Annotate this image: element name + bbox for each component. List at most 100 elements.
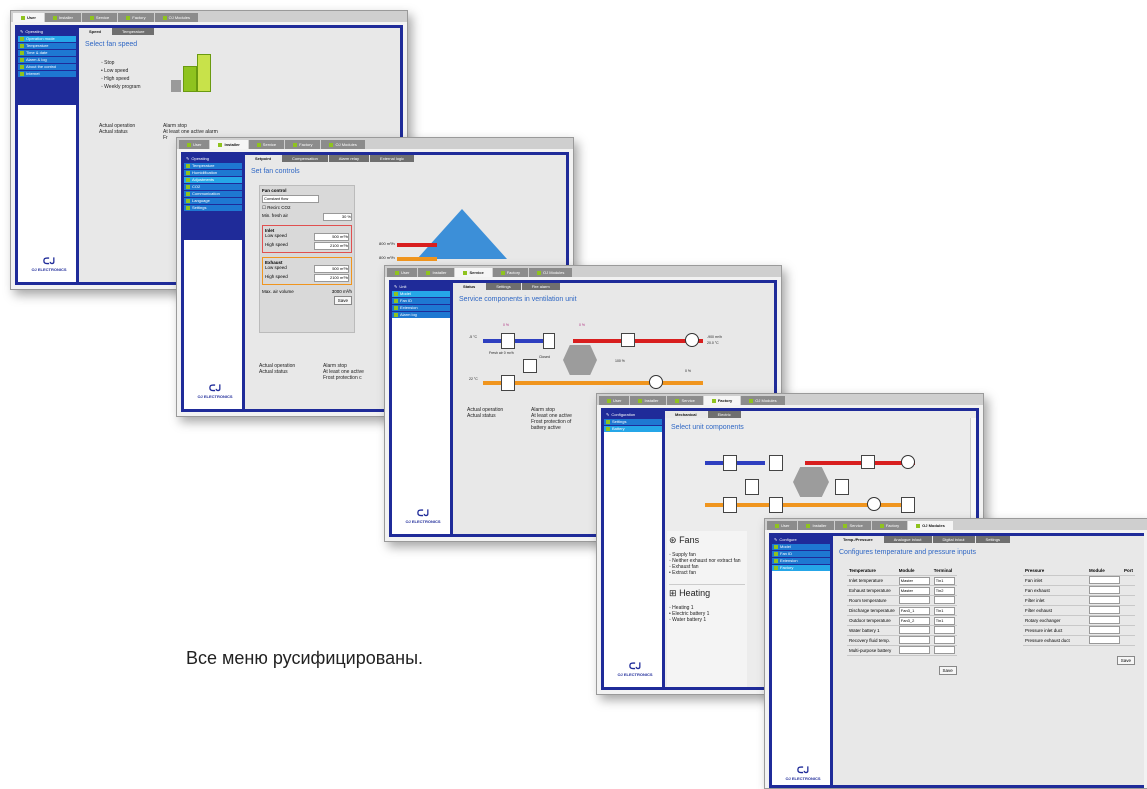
module-select[interactable]: Fan3_1 bbox=[898, 606, 930, 615]
subtab-temperature[interactable]: Temperature bbox=[112, 28, 155, 35]
tab-oj-modules[interactable]: OJ Modules bbox=[529, 268, 573, 277]
terminal-select[interactable]: Tin2 bbox=[933, 586, 955, 595]
subtab-alarm-relay[interactable]: Alarm relay bbox=[328, 155, 370, 162]
module-select[interactable] bbox=[1089, 576, 1120, 584]
sidebar-item-operation-mode[interactable]: Operation mode bbox=[18, 36, 76, 42]
sidebar-item-internet[interactable]: Internet bbox=[18, 71, 76, 77]
sidebar: ✎ Configure Model Fan ID Extension Factor… bbox=[772, 536, 830, 571]
min-fresh-row: Min. fresh air 30 % bbox=[262, 213, 352, 221]
module-select[interactable] bbox=[1089, 606, 1120, 614]
module-select[interactable] bbox=[1089, 596, 1120, 604]
sidebar-item-settings[interactable]: Settings bbox=[604, 419, 662, 425]
module-select[interactable] bbox=[1089, 586, 1120, 594]
filter-icon bbox=[769, 455, 783, 471]
tab-oj-modules[interactable]: OJ Modules bbox=[154, 13, 198, 22]
radio-high-speed[interactable]: ◦ High speed bbox=[101, 76, 140, 82]
module-select[interactable] bbox=[898, 636, 930, 644]
radio-extract-fan[interactable]: • Extract fan bbox=[669, 570, 745, 576]
tab-service[interactable]: Service bbox=[455, 268, 492, 277]
sidebar-item-about[interactable]: About the control bbox=[18, 64, 76, 70]
sidebar-item-language[interactable]: Language bbox=[184, 198, 242, 204]
tab-oj-modules[interactable]: OJ Modules bbox=[741, 396, 785, 405]
save-button[interactable]: Save bbox=[938, 666, 957, 675]
installer-icon bbox=[52, 15, 57, 20]
subtab-external-logic[interactable]: External logic bbox=[370, 155, 415, 162]
terminal-select[interactable]: Tin1 bbox=[933, 576, 955, 585]
tab-installer[interactable]: Installer bbox=[210, 140, 248, 149]
tab-installer[interactable]: Installer bbox=[630, 396, 667, 405]
sidebar-item-communication[interactable]: Communication bbox=[184, 191, 242, 197]
subtab-settings[interactable]: Settings bbox=[975, 536, 1010, 543]
inlet-low-input[interactable]: 500 m³/h bbox=[314, 233, 349, 241]
tab-installer[interactable]: Installer bbox=[798, 521, 835, 530]
recirc-co2-checkbox[interactable]: ☐ Recirc CO2 bbox=[262, 205, 352, 211]
sidebar-item-temperature[interactable]: Temperature bbox=[184, 163, 242, 169]
subtab-temp-pressure[interactable]: Temp./Pressure bbox=[833, 536, 883, 543]
module-select[interactable] bbox=[898, 646, 930, 654]
sidebar-item-extension[interactable]: Extension bbox=[392, 305, 450, 311]
subtab-speed[interactable]: Speed bbox=[79, 28, 112, 35]
terminal-select[interactable]: Tin1 bbox=[933, 606, 955, 615]
tab-service[interactable]: Service bbox=[248, 140, 285, 149]
sidebar-item-settings[interactable]: Settings bbox=[184, 205, 242, 211]
subtab-setpoint[interactable]: Setpoint bbox=[245, 155, 281, 162]
subtab-digital[interactable]: Digital in/out bbox=[932, 536, 975, 543]
sidebar-item-fan-id[interactable]: Fan ID bbox=[772, 551, 830, 557]
terminal-select[interactable]: Tin1 bbox=[933, 616, 955, 625]
module-select[interactable]: Master bbox=[898, 586, 930, 595]
terminal-select[interactable] bbox=[933, 636, 955, 644]
tab-service[interactable]: Service bbox=[835, 521, 871, 530]
sidebar-item-humidification[interactable]: Humidification bbox=[184, 170, 242, 176]
tab-user[interactable]: User bbox=[13, 13, 44, 22]
tab-installer[interactable]: Installer bbox=[44, 13, 81, 22]
tab-factory[interactable]: Factory bbox=[285, 140, 321, 149]
sidebar-item-fan-id[interactable]: Fan ID bbox=[392, 298, 450, 304]
terminal-select[interactable] bbox=[933, 626, 955, 634]
sidebar-item-model[interactable]: Model bbox=[392, 291, 450, 297]
module-select[interactable]: Fan3_2 bbox=[898, 616, 930, 625]
radio-stop[interactable]: ◦ Stop bbox=[101, 60, 140, 66]
subtab-analogue[interactable]: Analogue in/out bbox=[883, 536, 932, 543]
tab-factory[interactable]: Factory bbox=[703, 396, 741, 405]
tab-user[interactable]: User bbox=[179, 140, 210, 149]
sidebar-item-alarm-log[interactable]: Alarm & log bbox=[18, 57, 76, 63]
module-select[interactable]: Master bbox=[898, 576, 930, 585]
sidebar-item-co2[interactable]: CO2 bbox=[184, 184, 242, 190]
terminal-select[interactable] bbox=[933, 596, 955, 604]
tab-factory[interactable]: Factory bbox=[492, 268, 529, 277]
tab-oj-modules[interactable]: OJ Modules bbox=[908, 521, 953, 530]
tab-installer[interactable]: Installer bbox=[418, 268, 455, 277]
subtab-compensation[interactable]: Compensation bbox=[282, 155, 328, 162]
radio-low-speed[interactable]: • Low speed bbox=[101, 68, 140, 74]
sidebar-item-temperature[interactable]: Temperature bbox=[18, 43, 76, 49]
sidebar-item-extension[interactable]: Extension bbox=[772, 558, 830, 564]
module-select[interactable] bbox=[1089, 636, 1120, 644]
tab-user[interactable]: User bbox=[387, 268, 418, 277]
inlet-high-input[interactable]: 2100 m³/h bbox=[314, 242, 349, 250]
save-button[interactable]: Save bbox=[1116, 656, 1135, 665]
row-name: Pressure exhaust duct bbox=[1023, 635, 1087, 646]
tab-user[interactable]: User bbox=[767, 521, 798, 530]
tab-user[interactable]: User bbox=[599, 396, 630, 405]
tab-service[interactable]: Service bbox=[81, 13, 118, 22]
installer-icon bbox=[806, 523, 811, 528]
radio-water-battery[interactable]: ◦ Water battery 1 bbox=[669, 617, 745, 623]
sidebar-item-time-date[interactable]: Time & date bbox=[18, 50, 76, 56]
exhaust-high-input[interactable]: 2100 m³/h bbox=[314, 274, 349, 282]
fan-mode-select[interactable]: Constant flow bbox=[262, 195, 319, 203]
sidebar-item-model[interactable]: Model bbox=[772, 544, 830, 550]
tab-factory[interactable]: Factory bbox=[871, 521, 908, 530]
tab-factory[interactable]: Factory bbox=[118, 13, 154, 22]
terminal-select[interactable] bbox=[933, 646, 955, 654]
tab-service[interactable]: Service bbox=[667, 396, 703, 405]
radio-weekly-program[interactable]: ◦ Weekly program bbox=[101, 84, 140, 90]
exhaust-low-input[interactable]: 500 m³/h bbox=[314, 265, 349, 273]
module-select[interactable] bbox=[1089, 626, 1120, 634]
save-button[interactable]: Save bbox=[333, 296, 352, 305]
sidebar-item-adjustments[interactable]: Adjustments bbox=[184, 177, 242, 183]
module-select[interactable] bbox=[898, 626, 930, 634]
tab-oj-modules[interactable]: OJ Modules bbox=[321, 140, 365, 149]
module-select[interactable] bbox=[898, 596, 930, 604]
min-fresh-input[interactable]: 30 % bbox=[323, 213, 352, 221]
module-select[interactable] bbox=[1089, 616, 1120, 624]
